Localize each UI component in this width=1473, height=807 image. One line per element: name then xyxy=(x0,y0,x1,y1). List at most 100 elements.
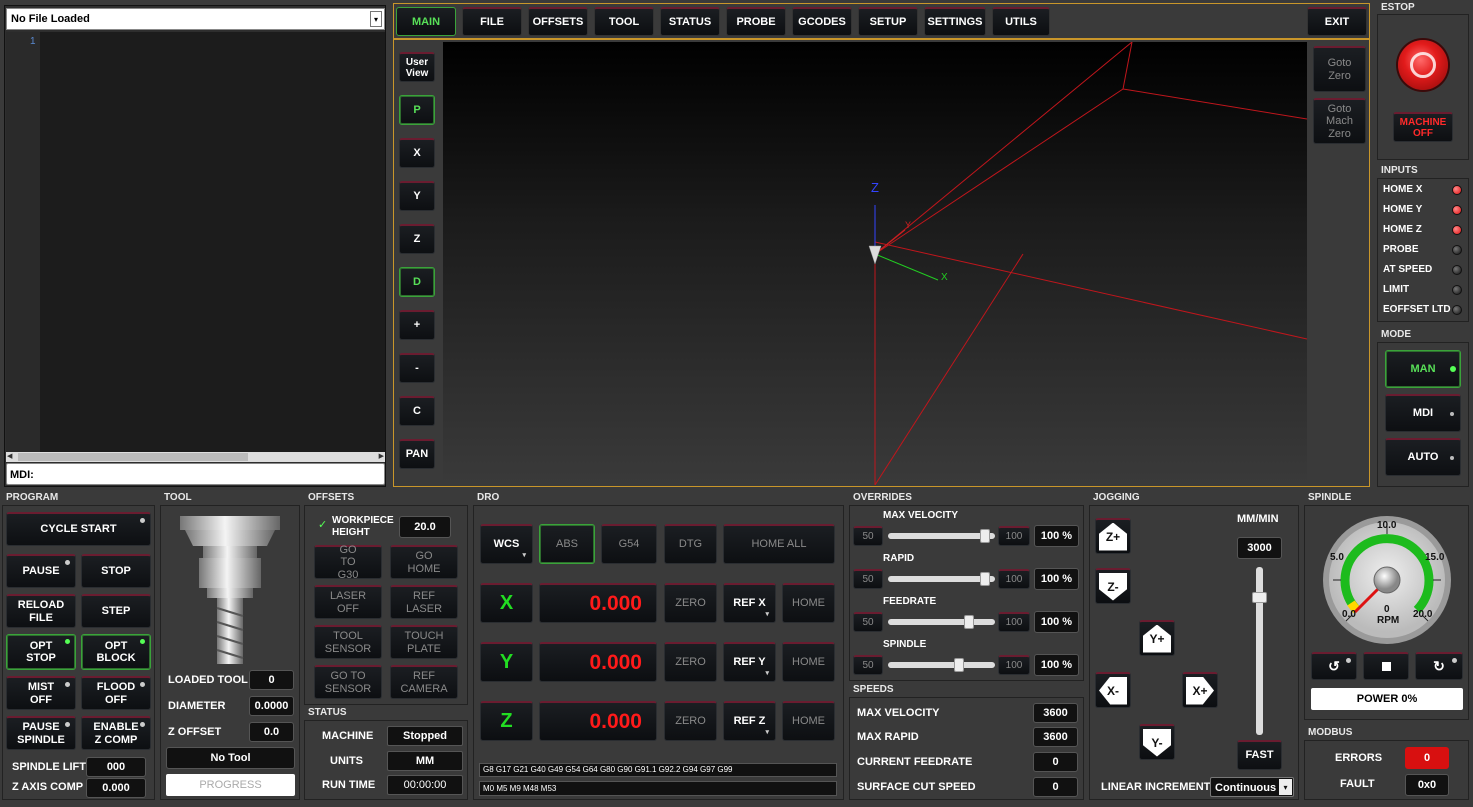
reload-file-button[interactable]: RELOAD FILE xyxy=(6,594,76,628)
mode-auto-button[interactable]: AUTO xyxy=(1385,438,1461,476)
scroll-thumb[interactable] xyxy=(18,453,248,461)
home-x-button[interactable]: HOME xyxy=(782,583,835,623)
override-spindle-slider-knob[interactable] xyxy=(954,658,964,672)
ref-laser-button[interactable]: REF LASER xyxy=(390,585,458,619)
override-rapid-min-button[interactable]: 50 xyxy=(853,569,883,589)
machine-off-button[interactable]: MACHINE OFF xyxy=(1393,112,1453,142)
dtg-button[interactable]: DTG xyxy=(664,524,717,564)
view-p-button[interactable]: P xyxy=(399,95,435,125)
override-rapid-max-button[interactable]: 100 xyxy=(998,569,1030,589)
g54-button[interactable]: G54 xyxy=(601,524,657,564)
spindle-reverse-button[interactable]: ↺ xyxy=(1311,652,1357,680)
override-max-velocity-min-button[interactable]: 50 xyxy=(853,526,883,546)
override-rapid-slider[interactable] xyxy=(888,576,995,582)
flood-button[interactable]: FLOOD OFF xyxy=(81,676,151,710)
override-feedrate-min-button[interactable]: 50 xyxy=(853,612,883,632)
scroll-left-icon[interactable]: ◀ xyxy=(7,452,12,460)
tab-offsets[interactable]: OFFSETS xyxy=(528,7,588,36)
goto-g30-button[interactable]: GO TO G30 xyxy=(314,544,382,581)
zero-x-button[interactable]: ZERO xyxy=(664,583,717,623)
mist-button[interactable]: MIST OFF xyxy=(6,676,76,710)
mode-mdi-button[interactable]: MDI xyxy=(1385,394,1461,432)
tab-gcodes[interactable]: GCODES xyxy=(792,7,852,36)
gcode-editor[interactable]: 1 xyxy=(6,32,385,454)
chevron-down-icon[interactable]: ▾ xyxy=(1279,779,1292,795)
override-spindle-slider[interactable] xyxy=(888,662,995,668)
override-max-velocity-slider-knob[interactable] xyxy=(980,529,990,543)
view-x-button[interactable]: X xyxy=(399,138,435,168)
chevron-down-icon[interactable]: ▾ xyxy=(370,11,382,27)
z-axis-comp-value[interactable]: 0.000 xyxy=(86,778,146,798)
tab-tool[interactable]: TOOL xyxy=(594,7,654,36)
dro-axis-x[interactable]: X xyxy=(480,583,533,623)
jog-x-minus-button[interactable]: X- xyxy=(1095,672,1131,708)
jog-y-minus-button[interactable]: Y- xyxy=(1139,724,1175,760)
jog-x-plus-button[interactable]: X+ xyxy=(1182,672,1218,708)
cycle-start-button[interactable]: CYCLE START xyxy=(6,512,151,546)
stop-button[interactable]: STOP xyxy=(81,554,151,588)
zero-z-button[interactable]: ZERO xyxy=(664,701,717,741)
home-z-button[interactable]: HOME xyxy=(782,701,835,741)
estop-button[interactable] xyxy=(1398,40,1448,90)
jog-z-plus-button[interactable]: Z+ xyxy=(1095,518,1131,554)
zoom-in-button[interactable]: + xyxy=(399,310,435,340)
gcode-graphics-view[interactable]: Z X Y xyxy=(443,42,1307,485)
view-y-button[interactable]: Y xyxy=(399,181,435,211)
horizontal-scrollbar[interactable]: ◀ ▶ xyxy=(6,452,385,462)
jog-y-plus-button[interactable]: Y+ xyxy=(1139,620,1175,656)
jog-z-minus-button[interactable]: Z- xyxy=(1095,568,1131,604)
wcs-button[interactable]: WCS ▾ xyxy=(480,524,533,564)
goto-sensor-button[interactable]: GO TO SENSOR xyxy=(314,665,382,699)
tool-sensor-button[interactable]: TOOL SENSOR xyxy=(314,625,382,659)
tab-utils[interactable]: UTILS xyxy=(992,7,1050,36)
home-all-button[interactable]: HOME ALL xyxy=(723,524,835,564)
home-y-button[interactable]: HOME xyxy=(782,642,835,682)
mdi-input[interactable]: MDI: xyxy=(6,463,385,485)
tab-setup[interactable]: SETUP xyxy=(858,7,918,36)
view-z-button[interactable]: Z xyxy=(399,224,435,254)
pause-button[interactable]: PAUSE xyxy=(6,554,76,588)
go-home-button[interactable]: GO HOME xyxy=(390,545,458,579)
pause-spindle-button[interactable]: PAUSE SPINDLE xyxy=(6,716,76,750)
spindle-lift-value[interactable]: 000 xyxy=(86,757,146,777)
clear-button[interactable]: C xyxy=(399,396,435,426)
tab-file[interactable]: FILE xyxy=(462,7,522,36)
override-rapid-slider-knob[interactable] xyxy=(980,572,990,586)
step-button[interactable]: STEP xyxy=(81,594,151,628)
ref-camera-button[interactable]: REF CAMERA xyxy=(390,665,458,699)
laser-off-button[interactable]: LASER OFF xyxy=(314,585,382,619)
goto-mach-zero-button[interactable]: Goto Mach Zero xyxy=(1313,98,1366,144)
override-feedrate-slider[interactable] xyxy=(888,619,995,625)
override-spindle-max-button[interactable]: 100 xyxy=(998,655,1030,675)
override-max-velocity-max-button[interactable]: 100 xyxy=(998,526,1030,546)
touch-plate-button[interactable]: TOUCH PLATE xyxy=(390,625,458,659)
dro-axis-y[interactable]: Y xyxy=(480,642,533,682)
opt-block-button[interactable]: OPT BLOCK xyxy=(81,634,151,670)
ref-y-button[interactable]: REF Y ▾ xyxy=(723,642,776,682)
tab-status[interactable]: STATUS xyxy=(660,7,720,36)
tab-main[interactable]: MAIN xyxy=(396,7,456,36)
zero-y-button[interactable]: ZERO xyxy=(664,642,717,682)
dro-axis-z[interactable]: Z xyxy=(480,701,533,741)
pan-button[interactable]: PAN xyxy=(399,439,435,469)
user-view-button[interactable]: User View xyxy=(399,52,435,82)
spindle-forward-button[interactable]: ↻ xyxy=(1415,652,1463,680)
override-spindle-min-button[interactable]: 50 xyxy=(853,655,883,675)
zoom-out-button[interactable]: - xyxy=(399,353,435,383)
tab-probe[interactable]: PROBE xyxy=(726,7,786,36)
override-max-velocity-slider[interactable] xyxy=(888,533,995,539)
jog-rate-value[interactable]: 3000 xyxy=(1237,537,1282,559)
override-feedrate-max-button[interactable]: 100 xyxy=(998,612,1030,632)
scroll-right-icon[interactable]: ▶ xyxy=(379,452,384,460)
goto-zero-button[interactable]: Goto Zero xyxy=(1313,46,1366,92)
spindle-stop-button[interactable] xyxy=(1363,652,1409,680)
abs-button[interactable]: ABS xyxy=(539,524,595,564)
workpiece-height-value[interactable]: 20.0 xyxy=(399,516,451,538)
ref-x-button[interactable]: REF X ▾ xyxy=(723,583,776,623)
mode-man-button[interactable]: MAN xyxy=(1385,350,1461,388)
enable-z-comp-button[interactable]: ENABLE Z COMP xyxy=(81,716,151,750)
tab-settings[interactable]: SETTINGS xyxy=(924,7,986,36)
jog-rate-slider-knob[interactable] xyxy=(1252,592,1267,603)
view-d-button[interactable]: D xyxy=(399,267,435,297)
linear-increment-select[interactable]: Continuous ▾ xyxy=(1210,777,1294,797)
